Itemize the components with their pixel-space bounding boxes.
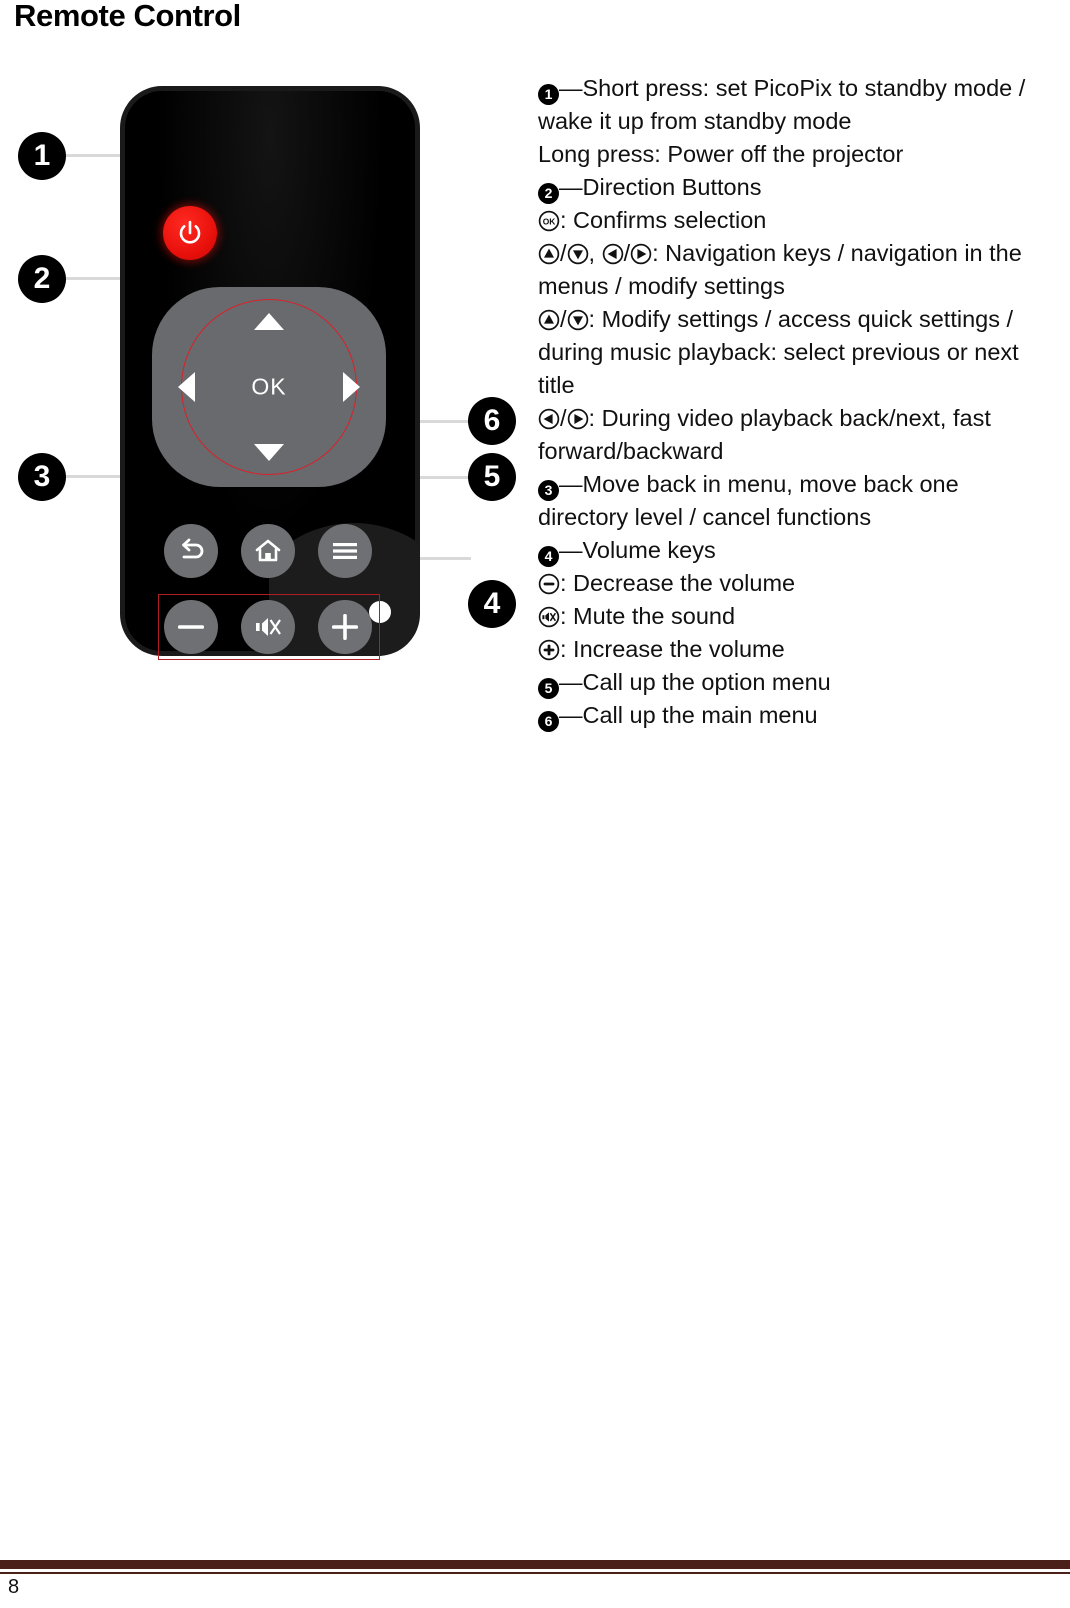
menu-button[interactable] [318,524,372,578]
description-mute: : Mute the sound [538,600,1050,633]
power-button[interactable] [163,206,217,260]
description-item-1: 1 —Short press: set PicoPix to standby mo… [538,72,1050,138]
description-updown-text: : Modify settings / access quick setting… [538,306,1019,398]
description-volume-up: : Increase the volume [538,633,1050,666]
description-item-5-text: Call up the option menu [582,669,831,695]
callout-badge-1: 1 [18,132,66,180]
plus-circle-icon [538,639,560,661]
page-number: 8 [8,1576,20,1598]
description-ok-text: : Confirms selection [560,207,767,233]
description-item-6-text: Call up the main menu [582,702,818,728]
description-leftright: /: During video playback back/next, fast… [538,402,1050,468]
page-title: Remote Control [14,0,241,33]
inline-badge-5: 5 [538,678,559,699]
description-item-1-line2: Long press: Power off the projector [538,141,904,167]
description-item-3: 3 —Move back in menu, move back one direc… [538,468,1050,534]
description-ok: OK : Confirms selection [538,204,1050,237]
em-dash-1: — [559,75,583,101]
ok-circle-icon: OK [538,210,560,232]
em-dash-3: — [559,471,583,497]
hamburger-menu-icon [333,543,357,559]
inline-badge-2: 2 [538,183,559,204]
callout-badge-4: 4 [468,580,516,628]
em-dash-5: — [559,669,583,695]
description-item-4-title: Volume keys [582,537,716,563]
mute-speaker-icon [256,618,281,636]
callout-badge-3: 3 [18,453,66,501]
callout-badge-6: 6 [468,397,516,445]
up-circle-icon [538,309,560,331]
description-leftright-text: : During video playback back/next, fast … [538,405,991,464]
minus-circle-icon [538,573,560,595]
description-item-2-title: Direction Buttons [582,174,762,200]
down-circle-icon [567,243,589,265]
description-item-5: 5 —Call up the option menu [538,666,1050,699]
em-dash-6: — [559,702,583,728]
inline-badge-1: 1 [538,84,559,105]
left-circle-icon [538,408,560,430]
comma-nav: , [588,240,602,266]
description-item-4: 4 —Volume keys [538,534,1050,567]
description-item-3-text: Move back in menu, move back one directo… [538,471,959,530]
em-dash-4: — [559,537,583,563]
dpad-left-button[interactable] [178,372,195,402]
inline-badge-4: 4 [538,546,559,567]
direction-pad[interactable]: OK [152,287,386,487]
volume-up-button[interactable] [318,600,372,654]
remote-control-figure: OK 1 2 3 4 5 6 [0,70,540,670]
description-list: 1 —Short press: set PicoPix to standby mo… [538,72,1050,732]
up-circle-icon [538,243,560,265]
back-arrow-icon [182,538,204,559]
dpad-right-button[interactable] [343,372,360,402]
description-volume-down: : Decrease the volume [538,567,1050,600]
dpad-up-button[interactable] [254,313,284,330]
callout-badge-2: 2 [18,255,66,303]
ok-button[interactable]: OK [251,374,286,401]
footer-rule-thin [0,1572,1070,1574]
volume-down-button[interactable] [164,600,218,654]
svg-text:OK: OK [543,216,556,226]
callout-badge-5: 5 [468,453,516,501]
inline-badge-6: 6 [538,711,559,732]
mute-button[interactable] [241,600,295,654]
plus-icon [332,614,358,640]
footer-rule [0,1560,1070,1569]
down-circle-icon [567,309,589,331]
power-icon [179,220,201,244]
minus-icon [178,625,204,629]
inline-badge-3: 3 [538,480,559,501]
home-icon [255,539,281,562]
home-button[interactable] [241,524,295,578]
description-mute-text: : Mute the sound [560,603,736,629]
back-button[interactable] [164,524,218,578]
description-item-1-line1: Short press: set PicoPix to standby mode… [538,75,1026,134]
description-updown: /: Modify settings / access quick settin… [538,303,1050,402]
left-circle-icon [602,243,624,265]
right-circle-icon [567,408,589,430]
dpad-down-button[interactable] [254,444,284,461]
description-volume-up-text: : Increase the volume [560,636,785,662]
mute-circle-icon [538,606,560,628]
right-circle-icon [630,243,652,265]
description-navigation: /, /: Navigation keys / navigation in th… [538,237,1050,303]
description-item-2: 2 —Direction Buttons [538,171,1050,204]
description-item-6: 6 —Call up the main menu [538,699,1050,732]
description-volume-down-text: : Decrease the volume [560,570,796,596]
em-dash-2: — [559,174,583,200]
